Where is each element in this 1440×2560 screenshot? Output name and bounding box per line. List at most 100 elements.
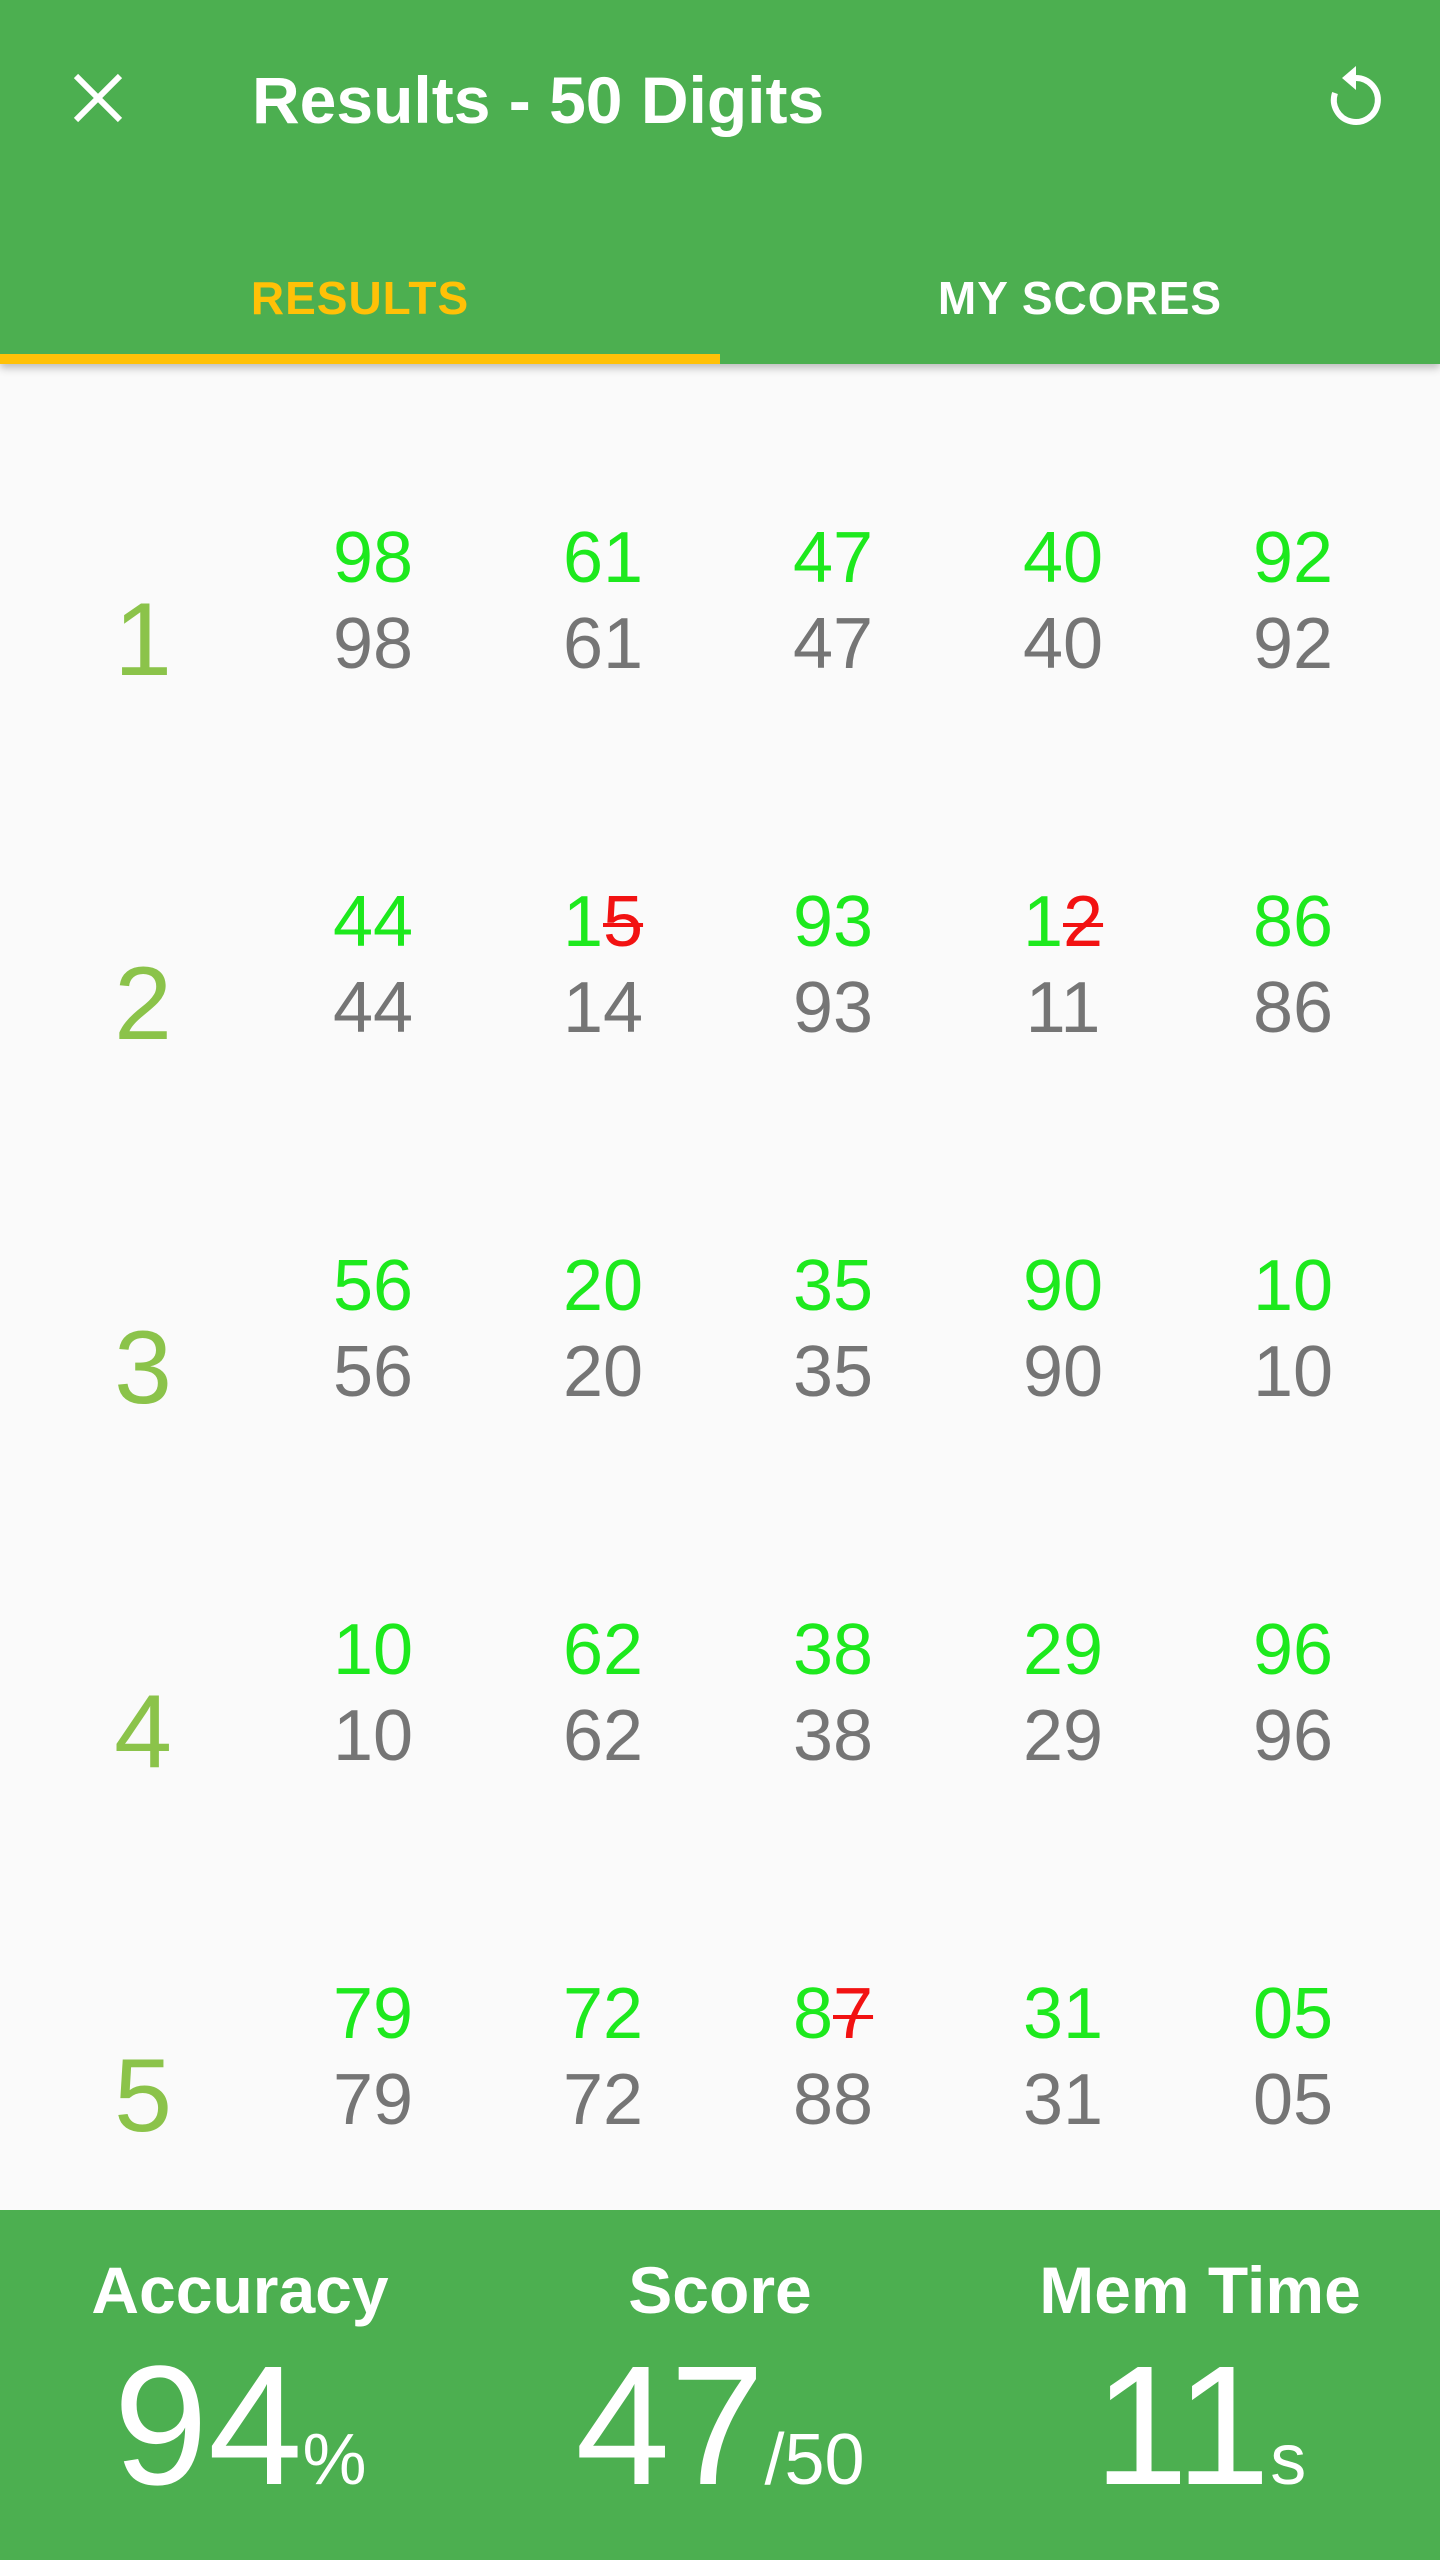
- answer-digits: 10: [1252, 1332, 1334, 1412]
- expected-digits: 10: [1193, 1244, 1393, 1328]
- wrong-digit: 7: [833, 1974, 874, 2054]
- correct-part: 29: [1022, 1610, 1104, 1690]
- expected-digits: 61: [503, 516, 703, 600]
- expected-digits: 12: [963, 880, 1163, 964]
- result-cell: 93 93: [733, 880, 933, 1120]
- result-row: 1 98 98 61 61 47 47 40 40 92 92: [0, 516, 1440, 756]
- answer-digits: 88: [792, 2060, 874, 2140]
- expected-digits: 90: [963, 1244, 1163, 1328]
- expected-digits: 93: [733, 880, 933, 964]
- answer-digits: 86: [1252, 968, 1334, 1048]
- answer-digits: 90: [1022, 1332, 1104, 1412]
- restart-button[interactable]: [1306, 48, 1406, 148]
- score-unit: /50: [764, 2420, 865, 2500]
- answer-digits: 93: [792, 968, 874, 1048]
- expected-digits: 44: [273, 880, 473, 964]
- correct-part: 92: [1252, 518, 1334, 598]
- answer-digits: 61: [562, 604, 644, 684]
- row-number: 5: [114, 2038, 172, 2154]
- result-cell: 31 31: [963, 1972, 1163, 2212]
- result-row: 2 44 44 15 14 93 93 12 11 86 86: [0, 880, 1440, 1120]
- correct-part: 61: [562, 518, 644, 598]
- wrong-digit: 2: [1063, 882, 1104, 962]
- score-label: Score: [628, 2253, 812, 2327]
- correct-part: 98: [332, 518, 414, 598]
- wrong-digit: 5: [603, 882, 644, 962]
- accuracy-label: Accuracy: [91, 2253, 389, 2327]
- correct-part: 31: [1022, 1974, 1104, 2054]
- expected-digits: 10: [273, 1608, 473, 1692]
- answer-digits: 72: [562, 2060, 644, 2140]
- expected-digits: 35: [733, 1244, 933, 1328]
- expected-digits: 15: [503, 880, 703, 964]
- correct-part: 38: [792, 1610, 874, 1690]
- result-cell: 47 47: [733, 516, 933, 756]
- correct-part: 47: [792, 518, 874, 598]
- accuracy-stat: Accuracy 94%: [0, 2210, 480, 2560]
- correct-part: 56: [332, 1246, 414, 1326]
- score-value-container: 47/50: [480, 2336, 960, 2560]
- expected-digits: 92: [1193, 516, 1393, 600]
- expected-digits: 96: [1193, 1608, 1393, 1692]
- restart-icon: [1330, 66, 1381, 125]
- answer-digits: 98: [332, 604, 414, 684]
- answer-digits: 29: [1022, 1696, 1104, 1776]
- page-title: Results - 50 Digits: [252, 63, 825, 137]
- answer-digits: 92: [1252, 604, 1334, 684]
- mem-time-value-container: 11s: [960, 2336, 1440, 2560]
- result-cell: 90 90: [963, 1244, 1163, 1484]
- mem-time-label: Mem Time: [1039, 2253, 1361, 2327]
- answer-digits: 31: [1022, 2060, 1104, 2140]
- correct-part: 96: [1252, 1610, 1334, 1690]
- tab-my-scores[interactable]: MY SCORES: [720, 232, 1440, 364]
- expected-digits: 86: [1193, 880, 1393, 964]
- result-cell: 29 29: [963, 1608, 1163, 1848]
- answer-digits: 40: [1022, 604, 1104, 684]
- mem-time-unit: s: [1270, 2420, 1307, 2500]
- row-number: 2: [114, 946, 172, 1062]
- expected-digits: 40: [963, 516, 1163, 600]
- score-value: 47: [575, 2331, 765, 2521]
- result-cell: 38 38: [733, 1608, 933, 1848]
- tab-results[interactable]: RESULTS: [0, 232, 720, 364]
- answer-digits: 79: [332, 2060, 414, 2140]
- answer-digits: 47: [792, 604, 874, 684]
- close-icon: [73, 73, 123, 123]
- result-cell: 62 62: [503, 1608, 703, 1848]
- expected-digits: 62: [503, 1608, 703, 1692]
- correct-part: 93: [792, 882, 874, 962]
- expected-digits: 56: [273, 1244, 473, 1328]
- expected-digits: 98: [273, 516, 473, 600]
- answer-digits: 05: [1252, 2060, 1334, 2140]
- correct-part: 05: [1252, 1974, 1334, 2054]
- row-number: 3: [114, 1310, 172, 1426]
- row-number: 4: [114, 1674, 172, 1790]
- result-cell: 96 96: [1193, 1608, 1393, 1848]
- correct-part: 44: [332, 882, 414, 962]
- result-cell: 12 11: [963, 880, 1163, 1120]
- expected-digits: 05: [1193, 1972, 1393, 2056]
- correct-part: 72: [562, 1974, 644, 2054]
- mem-time-value: 11: [1093, 2331, 1271, 2521]
- answer-digits: 20: [562, 1332, 644, 1412]
- answer-digits: 11: [1025, 968, 1101, 1048]
- correct-part: 35: [792, 1246, 874, 1326]
- result-cell: 40 40: [963, 516, 1163, 756]
- tab-bar: RESULTS MY SCORES: [0, 232, 1440, 364]
- answer-digits: 38: [792, 1696, 874, 1776]
- correct-part: 10: [332, 1610, 414, 1690]
- result-cell: 79 79: [273, 1972, 473, 2212]
- score-stat: Score 47/50: [480, 2210, 960, 2560]
- result-cell: 72 72: [503, 1972, 703, 2212]
- close-button[interactable]: [48, 48, 148, 148]
- result-cell: 98 98: [273, 516, 473, 756]
- result-cell: 87 88: [733, 1972, 933, 2212]
- result-cell: 20 20: [503, 1244, 703, 1484]
- result-cell: 92 92: [1193, 516, 1393, 756]
- correct-part: 10: [1252, 1246, 1334, 1326]
- correct-part: 90: [1022, 1246, 1104, 1326]
- correct-part: 8: [792, 1974, 833, 2054]
- result-cell: 86 86: [1193, 880, 1393, 1120]
- expected-digits: 87: [733, 1972, 933, 2056]
- expected-digits: 79: [273, 1972, 473, 2056]
